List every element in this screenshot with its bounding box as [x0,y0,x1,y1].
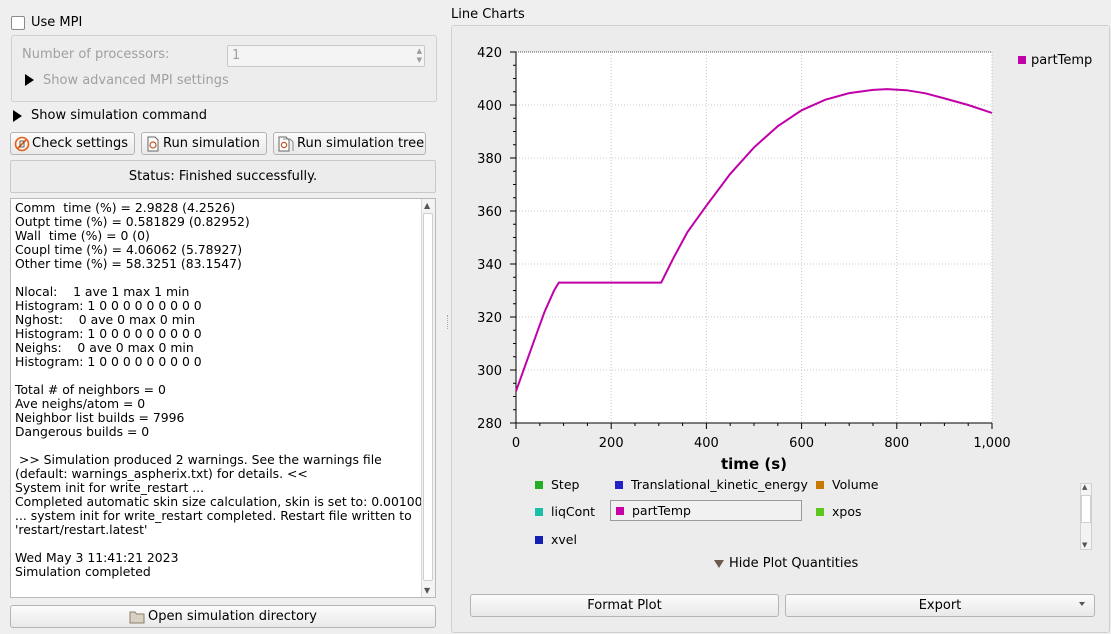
x-tick-label: 1,000 [973,436,1010,451]
hide-plot-quantities-toggle[interactable]: Hide Plot Quantities [714,556,858,571]
check-settings-label: Check settings [32,136,128,151]
quantities-scrollbar[interactable]: ▲ ▼ [1080,483,1092,550]
processors-value: 1 [232,48,241,63]
run-simulation-tree-button[interactable]: Run simulation tree [273,132,426,155]
log-scrollbar[interactable]: ▲ ▼ [421,199,435,597]
x-tick-label: 0 [512,436,520,451]
sim-command-toggle[interactable]: Show simulation command [31,108,207,123]
quantity-xpos[interactable]: xpos [816,504,862,519]
processors-spinbox[interactable]: 1 ▲ ▼ [227,45,425,67]
quantities-scroll-up-icon[interactable]: ▲ [1082,483,1087,491]
run-simulation-icon [147,136,159,151]
advanced-expand-icon[interactable] [25,74,34,86]
step-swatch [535,480,543,489]
status-text: Status: Finished successfully. [128,169,318,184]
plot-quantities-list[interactable]: Step Translational_kinetic_energy Volume… [528,475,1068,553]
format-plot-button[interactable]: Format Plot [470,594,779,617]
y-tick-label: 400 [477,99,502,114]
xvel-swatch [535,535,543,544]
quantity-xvel[interactable]: xvel [535,532,577,547]
volume-swatch [816,480,824,489]
quantity-volume[interactable]: Volume [816,477,879,492]
charts-title: Line Charts [451,7,525,22]
parttemp-swatch [616,506,624,515]
export-dropdown-icon [1079,602,1085,606]
line-chart[interactable]: 0 200 400 600 800 1,000 280 300 320 340 360 380 400 4… [452,26,1109,476]
splitter-handle[interactable] [447,315,450,329]
y-tick-label: 420 [477,46,502,61]
check-settings-icon [14,136,30,151]
scroll-up-icon[interactable]: ▲ [424,201,430,210]
sim-command-expand-icon[interactable] [13,110,22,122]
mpi-settings-group: Number of processors: 1 ▲ ▼ Show advanced… [11,35,437,102]
run-simulation-label: Run simulation [163,136,260,151]
run-simulation-button[interactable]: Run simulation [141,132,267,155]
use-mpi-checkbox[interactable] [11,16,25,30]
log-text: Comm time (%) = 2.9828 (4.2526) Outpt ti… [15,200,431,579]
processors-label: Number of processors: [22,47,170,62]
log-output[interactable]: Comm time (%) = 2.9828 (4.2526) Outpt ti… [10,198,436,598]
y-tick-label: 300 [477,364,502,379]
xpos-swatch [816,507,824,516]
quantity-parttemp[interactable]: partTemp [610,500,802,521]
y-tick-label: 320 [477,311,502,326]
advanced-mpi-toggle[interactable]: Show advanced MPI settings [43,73,229,88]
y-tick-label: 380 [477,152,502,167]
x-tick-label: 800 [884,436,909,451]
quantities-scroll-thumb[interactable] [1081,495,1091,523]
folder-icon [129,611,145,623]
y-tick-label: 280 [477,417,502,432]
quantity-step[interactable]: Step [535,477,579,492]
liqcont-swatch [535,507,543,516]
legend-swatch [1018,56,1026,64]
x-axis-title: time (s) [721,455,787,473]
open-directory-label: Open simulation directory [148,609,317,624]
run-tree-icon [278,136,294,151]
plot-area [516,52,992,423]
y-tick-label: 360 [477,205,502,220]
log-scroll-thumb[interactable] [423,213,433,581]
legend-label: partTemp [1031,53,1092,68]
collapse-arrow-icon [714,559,724,568]
quantities-scroll-down-icon[interactable]: ▼ [1082,541,1087,549]
open-directory-button[interactable]: Open simulation directory [10,605,436,628]
x-tick-label: 200 [599,436,624,451]
tke-swatch [615,480,623,489]
x-tick-label: 400 [694,436,719,451]
quantity-translational-kinetic-energy[interactable]: Translational_kinetic_energy [615,477,808,492]
export-button[interactable]: Export [785,594,1095,617]
y-tick-label: 340 [477,258,502,273]
use-mpi-label: Use MPI [31,15,83,30]
run-simulation-tree-label: Run simulation tree [297,136,425,151]
quantity-liqcont[interactable]: liqCont [535,504,595,519]
check-settings-button[interactable]: Check settings [10,132,135,155]
spin-arrows-icon[interactable]: ▲ ▼ [417,47,422,65]
x-tick-label: 600 [789,436,814,451]
scroll-down-icon[interactable]: ▼ [424,586,430,595]
status-bar: Status: Finished successfully. [10,160,436,193]
